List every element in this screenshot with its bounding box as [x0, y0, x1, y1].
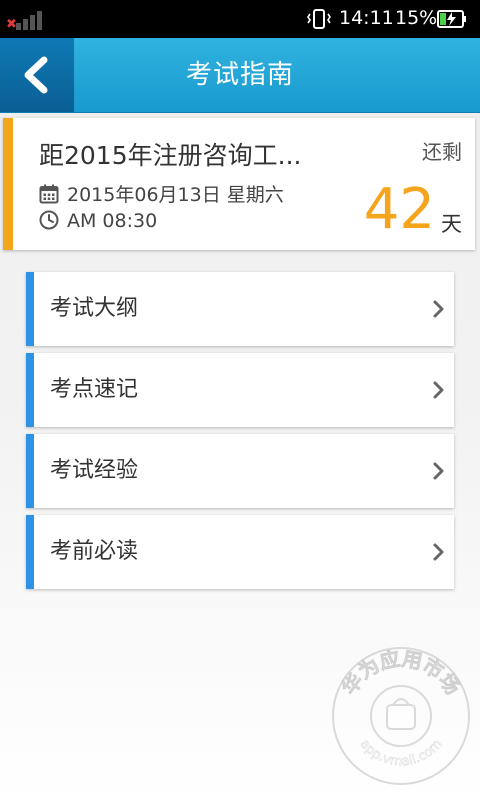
- watermark-logo: 华为应用市场 app.vmall.com: [332, 646, 470, 785]
- menu-item-experience[interactable]: 考试经验: [26, 434, 454, 508]
- page-title: 考试指南: [185, 60, 294, 90]
- exam-date: 2015年06月13日 星期六: [67, 184, 284, 206]
- menu-item-syllabus[interactable]: 考试大纲: [26, 272, 454, 346]
- chevron-right-icon: [433, 543, 444, 561]
- title-bar: 考试指南: [0, 38, 480, 113]
- exam-title: 距2015年注册咨询工...: [39, 141, 302, 170]
- chevron-right-icon: [433, 300, 444, 318]
- exam-time-row: AM 08:30: [39, 210, 157, 232]
- menu-item-key-points[interactable]: 考点速记: [26, 353, 454, 427]
- calendar-icon: [39, 184, 59, 204]
- chevron-right-icon: [433, 462, 444, 480]
- exam-date-row: 2015年06月13日 星期六: [39, 180, 284, 207]
- signal-no-service-icon: ✖: [6, 8, 42, 32]
- back-button[interactable]: [0, 38, 74, 112]
- battery-charging-icon: [437, 10, 466, 28]
- status-bar: ✖ 14:11 15%: [0, 0, 480, 38]
- remaining-label: 还剩: [422, 140, 462, 164]
- exam-time: AM 08:30: [67, 210, 158, 232]
- clock-icon: [39, 210, 59, 230]
- menu-item-label: 考试大纲: [50, 296, 139, 321]
- vibrate-icon: [307, 9, 331, 29]
- chevron-left-icon: [24, 56, 48, 94]
- battery-percent: 15%: [395, 7, 438, 29]
- menu-item-label: 考前必读: [50, 539, 139, 564]
- chevron-right-icon: [433, 381, 444, 399]
- menu-item-label: 考试经验: [50, 458, 139, 483]
- menu-item-must-read[interactable]: 考前必读: [26, 515, 454, 589]
- menu-item-label: 考点速记: [50, 377, 139, 402]
- days-remaining: 42: [363, 177, 435, 242]
- exam-countdown-card[interactable]: 距2015年注册咨询工... 2015年06月13日 星期六 AM 08:30 …: [3, 118, 475, 250]
- status-time: 14:11: [339, 7, 394, 29]
- days-unit: 天: [441, 212, 462, 236]
